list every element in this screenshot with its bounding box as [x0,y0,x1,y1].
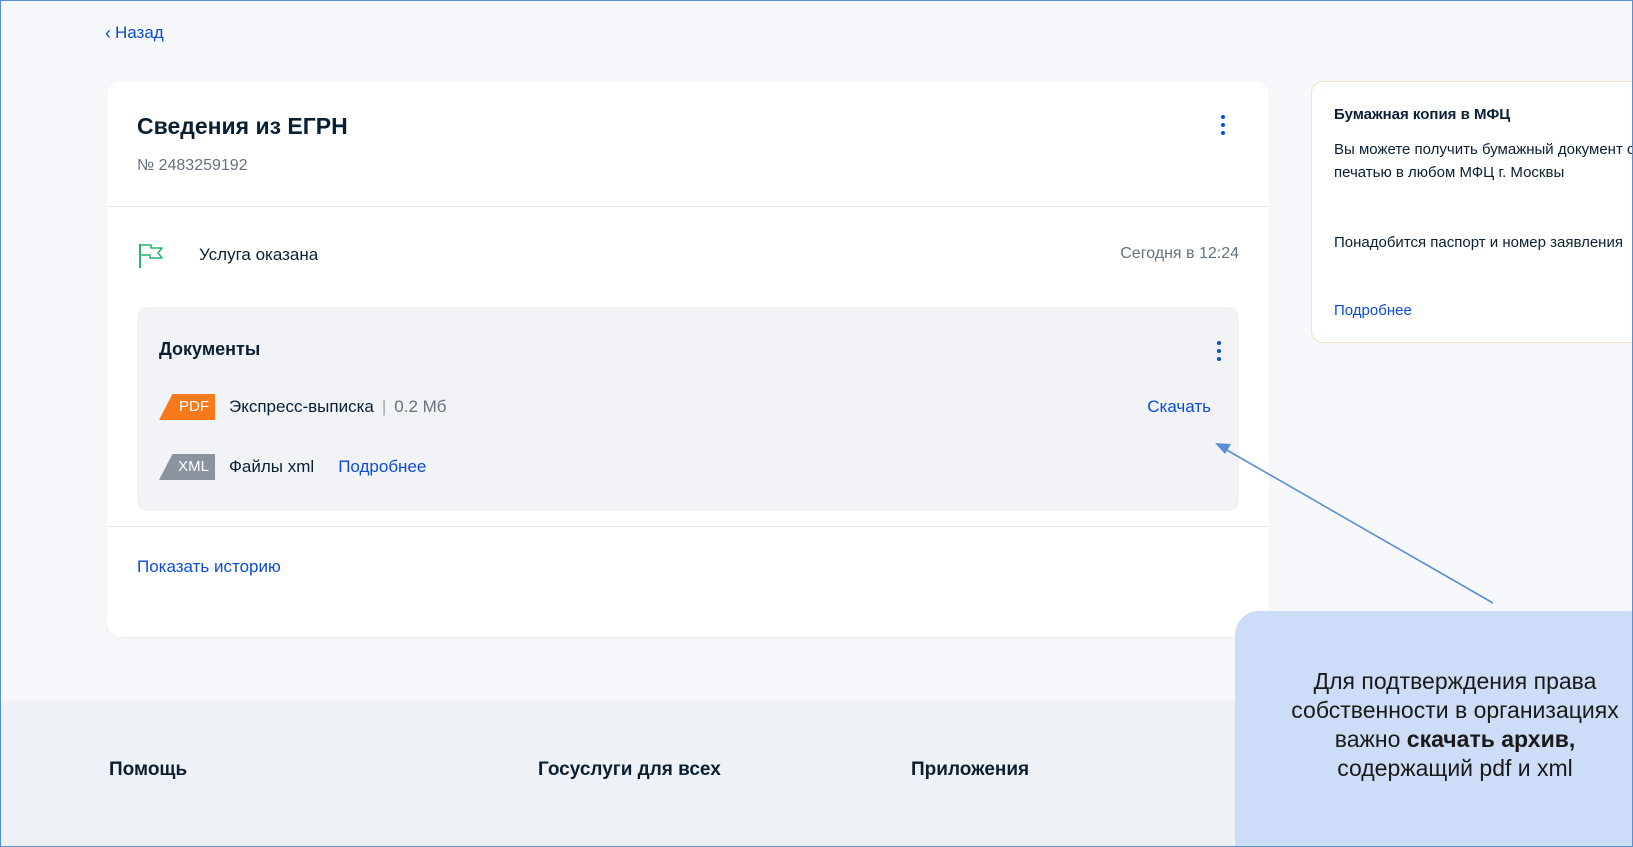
callout-emphasis: скачать архив, [1406,726,1576,752]
divider [107,526,1269,527]
show-history-link[interactable]: Показать историю [137,557,281,577]
back-link[interactable]: ‹ Назад [105,23,164,43]
footer-accessible-link[interactable]: Госуслуги для всех [538,759,721,781]
document-name[interactable]: Экспресс-выписка [229,397,374,416]
order-card: Сведения из ЕГРН № 2483259192 Услуга ока… [107,81,1269,637]
chevron-left-icon: ‹ [105,23,111,43]
annotation-callout: Для подтверждения права собственности в … [1235,611,1632,846]
divider [107,206,1269,207]
download-link[interactable]: Скачать [1147,397,1211,417]
documents-title: Документы [159,339,261,359]
callout-line: содержащий pdf и xml [1337,755,1573,781]
order-menu-icon[interactable] [1219,115,1227,135]
paper-copy-card: Бумажная копия в МФЦ Вы можете получить … [1311,81,1633,343]
callout-line: важно скачать архив, [1251,725,1632,754]
callout-line: собственности в организациях [1291,697,1619,723]
document-info: Экспресс-выписка | 0.2 Мб [229,397,447,417]
document-separator: | [381,397,387,416]
paper-copy-title: Бумажная копия в МФЦ [1334,106,1511,123]
order-title: Сведения из ЕГРН [137,113,348,139]
document-row-pdf: PDF Экспресс-выписка | 0.2 Мб Скачать [159,393,1217,421]
xml-more-link[interactable]: Подробнее [338,457,426,476]
document-name[interactable]: Файлы xml [229,457,314,476]
back-label: Назад [115,23,164,42]
paper-copy-text: Вы можете получить бумажный документ с п… [1334,141,1633,181]
status-label: Услуга оказана [199,245,319,264]
callout-line: Для подтверждения права [1313,668,1597,694]
document-row-xml: XML Файлы xml Подробнее [159,453,1217,481]
documents-menu-icon[interactable] [1215,341,1223,361]
status-time: Сегодня в 12:24 [1120,245,1239,262]
footer-apps-link[interactable]: Приложения [911,759,1029,781]
document-size: 0.2 Мб [394,397,447,416]
footer-help-link[interactable]: Помощь [109,759,187,781]
document-info: Файлы xml Подробнее [229,457,426,477]
paper-copy-requirements: Понадобится паспорт и номер заявления [1334,234,1623,251]
order-number: № 2483259192 [137,157,248,174]
status-row: Услуга оказана Сегодня в 12:24 [137,241,1239,271]
page-frame: ‹ Назад Сведения из ЕГРН № 2483259192 Ус… [0,0,1633,847]
paper-copy-more-link[interactable]: Подробнее [1334,302,1412,319]
xml-badge-icon: XML [159,454,215,480]
pdf-badge-icon: PDF [159,394,215,420]
callout-line3-prefix: важно [1334,726,1407,752]
flag-icon [139,244,163,268]
documents-block: Документы PDF Экспресс-выписка | 0.2 Мб Ск… [137,307,1239,511]
